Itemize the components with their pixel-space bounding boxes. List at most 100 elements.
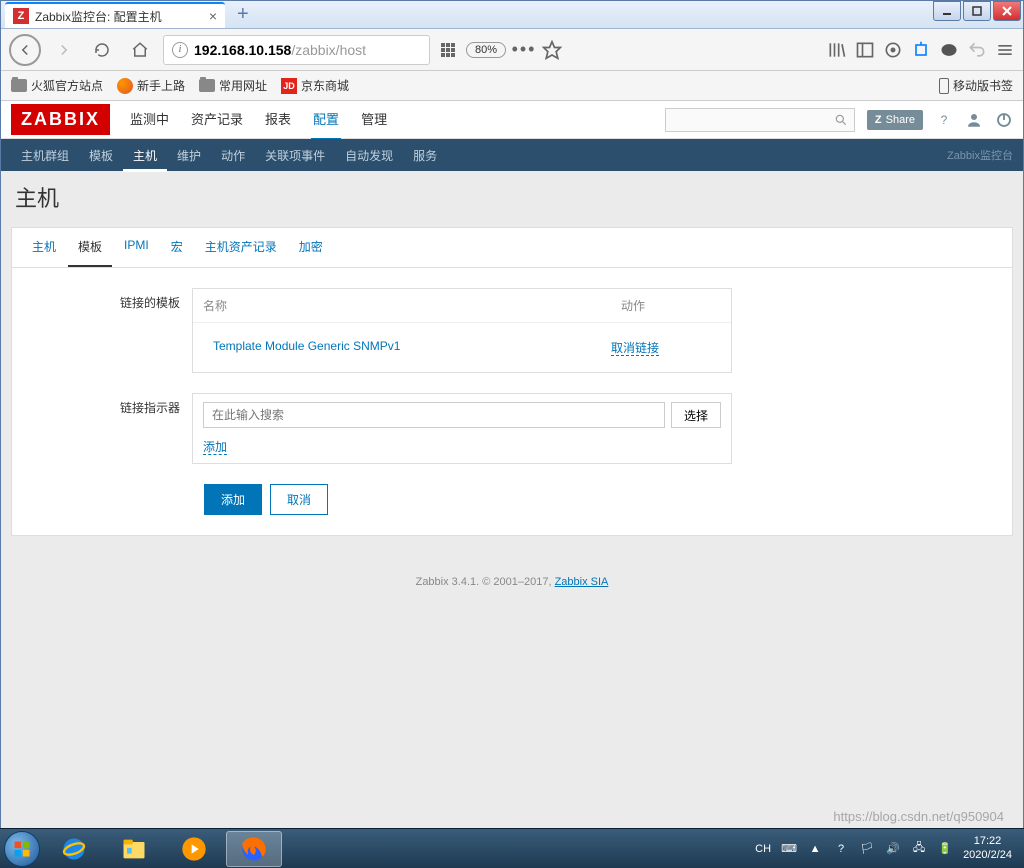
task-media[interactable] bbox=[166, 831, 222, 867]
folder-icon bbox=[199, 79, 215, 92]
task-firefox[interactable] bbox=[226, 831, 282, 867]
back-button[interactable] bbox=[9, 34, 41, 66]
bookmark-item[interactable]: JD京东商城 bbox=[281, 77, 349, 94]
zabbix-subnav: 主机群组模板主机维护动作关联项事件自动发现服务 Zabbix监控台 bbox=[1, 139, 1023, 171]
template-search-input[interactable] bbox=[203, 402, 665, 428]
menu-icon[interactable] bbox=[995, 40, 1015, 60]
firefox-icon bbox=[117, 78, 133, 94]
sidebar-icon[interactable] bbox=[855, 40, 875, 60]
library-icon[interactable] bbox=[827, 40, 847, 60]
flag-icon[interactable]: 🏳 bbox=[859, 841, 875, 857]
reload-button[interactable] bbox=[87, 35, 117, 65]
url-bar[interactable]: i 192.168.10.158/zabbix/host bbox=[163, 35, 430, 65]
network-icon[interactable]: 🖧 bbox=[911, 841, 927, 857]
task-ie[interactable] bbox=[46, 831, 102, 867]
watermark: https://blog.csdn.net/q950904 bbox=[833, 809, 1004, 824]
table-row: Template Module Generic SNMPv1 取消链接 bbox=[193, 323, 731, 372]
footer: Zabbix 3.4.1. © 2001–2017, Zabbix SIA bbox=[11, 536, 1013, 600]
zabbix-header: ZABBIX 监测中资产记录报表配置管理 ZShare ? bbox=[1, 101, 1023, 139]
subnav-item[interactable]: 服务 bbox=[403, 139, 447, 172]
url-text: 192.168.10.158/zabbix/host bbox=[194, 42, 421, 58]
add-template-link[interactable]: 添加 bbox=[203, 440, 227, 455]
subnav-item[interactable]: 关联项事件 bbox=[255, 139, 335, 172]
window-title-bar: Z Zabbix监控台: 配置主机 × + bbox=[1, 1, 1023, 29]
unlink-button[interactable]: 取消链接 bbox=[611, 341, 659, 356]
linked-templates-table: 名称 动作 Template Module Generic SNMPv1 取消链… bbox=[192, 288, 732, 373]
linked-templates-label: 链接的模板 bbox=[22, 288, 192, 311]
browser-toolbar: i 192.168.10.158/zabbix/host 80% ••• bbox=[1, 29, 1023, 71]
home-button[interactable] bbox=[125, 35, 155, 65]
mobile-icon bbox=[939, 78, 949, 94]
qr-icon[interactable] bbox=[438, 40, 458, 60]
zabbix-logo[interactable]: ZABBIX bbox=[11, 104, 110, 135]
subnav-item[interactable]: 主机 bbox=[123, 139, 167, 172]
page-viewport: ZABBIX 监测中资产记录报表配置管理 ZShare ? 主机群组模板主机维护… bbox=[1, 101, 1023, 867]
help-icon[interactable]: ? bbox=[935, 111, 953, 129]
page-title: 主机 bbox=[11, 181, 1013, 213]
battery-icon[interactable]: 🔋 bbox=[937, 841, 953, 857]
volume-icon[interactable]: 🔊 bbox=[885, 841, 901, 857]
zoom-indicator[interactable]: 80% bbox=[466, 42, 506, 58]
start-button[interactable] bbox=[4, 831, 40, 867]
subnav-item[interactable]: 动作 bbox=[211, 139, 255, 172]
template-link[interactable]: Template Module Generic SNMPv1 bbox=[213, 339, 400, 353]
user-icon[interactable] bbox=[965, 111, 983, 129]
site-info-icon[interactable]: i bbox=[172, 42, 188, 58]
link-indicator-box: 选择 添加 bbox=[192, 393, 732, 464]
keyboard-icon[interactable]: ⌨ bbox=[781, 841, 797, 857]
nav-item[interactable]: 配置 bbox=[311, 101, 341, 141]
ime-indicator[interactable]: CH bbox=[755, 843, 771, 855]
maximize-button[interactable] bbox=[963, 1, 991, 21]
extension-icon-2[interactable] bbox=[911, 40, 931, 60]
browser-tab[interactable]: Z Zabbix监控台: 配置主机 × bbox=[5, 2, 225, 28]
tab-close-icon[interactable]: × bbox=[209, 8, 217, 24]
inner-tab[interactable]: 主机 bbox=[22, 228, 66, 267]
col-name-header: 名称 bbox=[193, 289, 611, 322]
new-tab-button[interactable]: + bbox=[237, 3, 249, 26]
submit-button[interactable]: 添加 bbox=[204, 484, 262, 515]
nav-item[interactable]: 管理 bbox=[359, 101, 389, 141]
bookmark-star-icon[interactable] bbox=[542, 40, 562, 60]
subnav-item[interactable]: 自动发现 bbox=[335, 139, 403, 172]
inner-tab[interactable]: IPMI bbox=[114, 228, 159, 267]
inner-tab[interactable]: 加密 bbox=[289, 228, 333, 267]
undo-icon[interactable] bbox=[967, 40, 987, 60]
bookmark-item[interactable]: 火狐官方站点 bbox=[11, 77, 103, 94]
subnav-item[interactable]: 主机群组 bbox=[11, 139, 79, 172]
bookmark-mobile[interactable]: 移动版书签 bbox=[939, 77, 1013, 94]
extension-icon-1[interactable] bbox=[883, 40, 903, 60]
select-button[interactable]: 选择 bbox=[671, 402, 721, 428]
zabbix-search[interactable] bbox=[665, 108, 855, 132]
nav-item[interactable]: 监测中 bbox=[128, 101, 171, 141]
extension-icon-3[interactable] bbox=[939, 40, 959, 60]
forward-button[interactable] bbox=[49, 35, 79, 65]
bookmark-item[interactable]: 常用网址 bbox=[199, 77, 267, 94]
page-actions-icon[interactable]: ••• bbox=[514, 40, 534, 60]
nav-item[interactable]: 报表 bbox=[263, 101, 293, 141]
power-icon[interactable] bbox=[995, 111, 1013, 129]
inner-tab[interactable]: 宏 bbox=[161, 228, 193, 267]
jd-icon: JD bbox=[281, 78, 297, 94]
bookmark-item[interactable]: 新手上路 bbox=[117, 77, 185, 94]
subnav-item[interactable]: 维护 bbox=[167, 139, 211, 172]
windows-taskbar: CH ⌨ ▲ ? 🏳 🔊 🖧 🔋 17:22 2020/2/24 bbox=[0, 828, 1024, 868]
cancel-button[interactable]: 取消 bbox=[270, 484, 328, 515]
col-action-header: 动作 bbox=[611, 289, 731, 322]
close-button[interactable] bbox=[993, 1, 1021, 21]
subnav-item[interactable]: 模板 bbox=[79, 139, 123, 172]
inner-tab[interactable]: 主机资产记录 bbox=[195, 228, 287, 267]
link-indicator-label: 链接指示器 bbox=[22, 393, 192, 416]
task-explorer[interactable] bbox=[106, 831, 162, 867]
folder-icon bbox=[11, 79, 27, 92]
clock[interactable]: 17:22 2020/2/24 bbox=[963, 835, 1012, 861]
help-tray-icon[interactable]: ? bbox=[833, 841, 849, 857]
inner-tab[interactable]: 模板 bbox=[68, 228, 112, 267]
footer-company-link[interactable]: Zabbix SIA bbox=[555, 576, 609, 588]
tab-title: Zabbix监控台: 配置主机 bbox=[35, 8, 203, 25]
tray-expand-icon[interactable]: ▲ bbox=[807, 841, 823, 857]
bookmarks-bar: 火狐官方站点 新手上路 常用网址 JD京东商城 移动版书签 bbox=[1, 71, 1023, 101]
share-button[interactable]: ZShare bbox=[867, 110, 923, 130]
nav-item[interactable]: 资产记录 bbox=[189, 101, 245, 141]
host-form-panel: 主机模板IPMI宏主机资产记录加密 链接的模板 名称 动作 Temp bbox=[11, 227, 1013, 536]
minimize-button[interactable] bbox=[933, 1, 961, 21]
